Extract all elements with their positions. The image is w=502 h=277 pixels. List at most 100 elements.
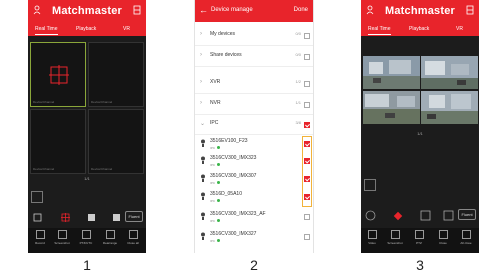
- page-indicator: 1/1: [417, 131, 423, 136]
- rearrange-button[interactable]: Rearrange: [100, 230, 120, 245]
- video-cell[interactable]: Device/Channel: [88, 42, 144, 107]
- tab-playback[interactable]: Playback: [76, 26, 96, 32]
- ptz-label: PTZ/UTC: [79, 241, 93, 245]
- screenshot-label: Screenshot: [54, 241, 70, 245]
- device-type: IPC: [210, 199, 221, 203]
- chevron-right-icon: ›: [200, 79, 202, 85]
- tab-real-time[interactable]: Real Time: [35, 26, 58, 35]
- tab-vr[interactable]: VR: [123, 26, 130, 32]
- info-icon[interactable]: [365, 210, 376, 221]
- device-type: IPC: [210, 239, 221, 243]
- device-checkbox[interactable]: [304, 214, 310, 220]
- stream-quality-button[interactable]: Fluent: [458, 209, 476, 220]
- video-icon: [367, 230, 377, 239]
- video-feed[interactable]: [363, 91, 420, 124]
- video-feed[interactable]: [421, 91, 478, 124]
- group-label: My devices: [210, 31, 236, 37]
- sixteen-layout-icon[interactable]: [112, 213, 121, 222]
- done-button[interactable]: Done: [294, 7, 308, 13]
- record-button[interactable]: Record: [30, 230, 50, 245]
- device-row[interactable]: 3516EV100_F23 IPC: [195, 137, 313, 154]
- ptz-active-icon[interactable]: [392, 210, 404, 222]
- page-title: Device manage: [211, 7, 253, 13]
- video-cell-selected[interactable]: Device/Channel: [30, 42, 86, 107]
- single-layout-icon[interactable]: [33, 213, 42, 222]
- device-row[interactable]: 3516CV300_IMX323_AF IPC: [195, 210, 313, 227]
- add-device-icon[interactable]: [466, 5, 474, 15]
- screenshot-button[interactable]: Screenshot: [385, 230, 405, 245]
- multi-grid-icon[interactable]: [443, 210, 454, 221]
- device-type: IPC: [210, 219, 221, 223]
- screen-live-view-playing: Matchmaster Real Time Playback VR 1/1 Fl…: [361, 0, 479, 253]
- tab-real-time[interactable]: Real Time: [368, 26, 391, 35]
- ptz-button[interactable]: PTZ/UTC: [76, 230, 96, 245]
- app-header: Matchmaster: [28, 0, 146, 22]
- group-row-ipc[interactable]: ⌄ IPC 3/8: [195, 120, 313, 135]
- group-count: 0/0: [295, 31, 301, 36]
- live-tabs: Real Time Playback VR: [28, 22, 146, 36]
- nine-layout-icon[interactable]: [87, 213, 96, 222]
- video-feed[interactable]: [421, 56, 478, 89]
- cell-label: Device/Channel: [33, 100, 55, 104]
- all-close-button[interactable]: All close: [456, 230, 476, 245]
- tab-vr[interactable]: VR: [456, 26, 463, 32]
- device-name: 3516EV100_F23: [210, 138, 248, 144]
- screenshot-button[interactable]: Screenshot: [52, 230, 72, 245]
- add-channel-icon[interactable]: [49, 65, 69, 85]
- bottom-toolbar: Record Screenshot PTZ/UTC Rearrange Clos…: [28, 228, 146, 253]
- selection-highlight: [302, 136, 312, 207]
- device-type: IPC: [210, 146, 221, 150]
- group-checkbox[interactable]: [304, 33, 310, 39]
- close-all-button[interactable]: Close all: [123, 230, 143, 245]
- folder-icon[interactable]: [31, 191, 43, 203]
- group-checkbox[interactable]: [304, 122, 310, 128]
- group-row-share-devices[interactable]: › Share devices 0/0: [195, 52, 313, 67]
- group-count: 1/1: [295, 100, 301, 105]
- step-caption: 3: [416, 257, 424, 273]
- grid-icon[interactable]: [420, 210, 431, 221]
- device-type: IPC: [210, 163, 221, 167]
- tab-playback[interactable]: Playback: [409, 26, 429, 32]
- group-row-nvr[interactable]: › NVR 1/1: [195, 100, 313, 115]
- chevron-down-icon: ⌄: [200, 121, 206, 127]
- close-all-label: Close all: [127, 241, 139, 245]
- record-icon: [35, 230, 45, 239]
- video-feed[interactable]: [363, 56, 420, 89]
- close-label: Close: [439, 241, 447, 245]
- video-cell[interactable]: Device/Channel: [30, 109, 86, 174]
- camera-icon: [201, 212, 205, 220]
- chevron-right-icon: ›: [200, 31, 202, 37]
- screenshot-label: Screenshot: [387, 241, 403, 245]
- back-arrow-icon[interactable]: ←: [199, 5, 208, 15]
- device-name: 3516CV300_IMX307: [210, 173, 257, 179]
- group-checkbox[interactable]: [304, 81, 310, 87]
- group-checkbox[interactable]: [304, 54, 310, 60]
- group-label: IPC: [210, 120, 219, 126]
- online-dot: [217, 181, 221, 184]
- all-close-icon: [461, 230, 471, 239]
- rearrange-icon: [105, 230, 115, 239]
- group-label: Share devices: [210, 52, 242, 58]
- group-checkbox[interactable]: [304, 102, 310, 108]
- page-indicator: 1/1: [84, 176, 90, 181]
- video-cell[interactable]: Device/Channel: [88, 109, 144, 174]
- device-row[interactable]: 3516CV300_IMX307 IPC: [195, 172, 313, 189]
- stream-quality-button[interactable]: Fluent: [125, 211, 143, 222]
- close-button[interactable]: Close: [433, 230, 453, 245]
- folder-icon[interactable]: [364, 179, 376, 191]
- video-button[interactable]: Video: [362, 230, 382, 245]
- device-row[interactable]: 3516D_05A10 IPC: [195, 190, 313, 207]
- device-row[interactable]: 3516CV300_IMX323 IPC: [195, 154, 313, 171]
- group-row-xvr[interactable]: › XVR 1/2: [195, 79, 313, 94]
- add-device-icon[interactable]: [133, 5, 141, 15]
- step-caption: 1: [83, 257, 91, 273]
- ptz-button[interactable]: PTZ: [409, 230, 429, 245]
- step-caption: 2: [250, 257, 258, 273]
- group-row-my-devices[interactable]: › My devices 0/0: [195, 31, 313, 46]
- device-checkbox[interactable]: [304, 234, 310, 240]
- device-row[interactable]: 3516CV300_IMX327 IPC: [195, 230, 313, 247]
- device-type: IPC: [210, 181, 221, 185]
- four-layout-icon[interactable]: [61, 213, 70, 222]
- group-label: XVR: [210, 79, 221, 85]
- group-label: NVR: [210, 100, 221, 106]
